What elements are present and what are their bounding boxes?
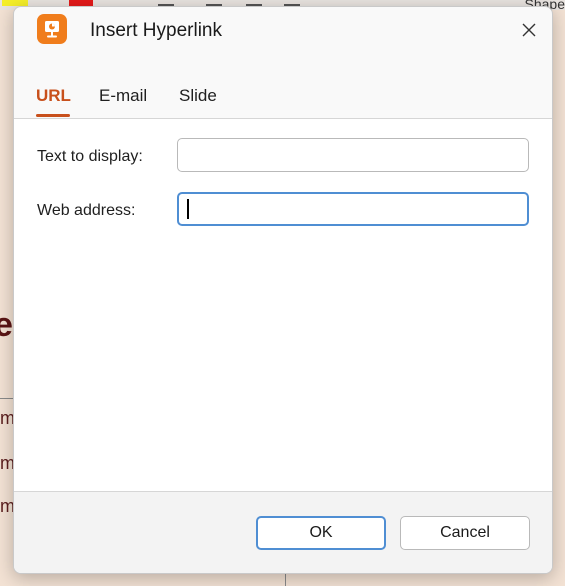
presentation-app-icon <box>37 14 67 44</box>
text-caret <box>187 199 189 219</box>
dialog-titlebar: Insert Hyperlink <box>14 7 552 53</box>
close-button[interactable] <box>514 15 544 45</box>
cancel-button[interactable]: Cancel <box>400 516 530 550</box>
dialog-title: Insert Hyperlink <box>90 20 222 41</box>
web-address-input[interactable] <box>177 192 529 226</box>
insert-hyperlink-dialog: Insert Hyperlink URL E-mail Slide Text t… <box>13 6 553 574</box>
text-to-display-input[interactable] <box>177 138 529 172</box>
tab-url[interactable]: URL <box>36 85 71 117</box>
background-divider <box>0 398 13 399</box>
background-title-fragment: e <box>0 306 13 344</box>
tab-slide[interactable]: Slide <box>179 85 217 117</box>
web-address-label: Web address: <box>37 202 136 219</box>
dialog-footer: OK Cancel <box>14 492 552 573</box>
tab-bar: URL E-mail Slide <box>14 85 552 119</box>
tab-email[interactable]: E-mail <box>99 85 147 117</box>
background-divider <box>285 574 286 586</box>
active-tab-indicator <box>36 114 70 117</box>
url-tab-panel: Text to display: Web address: <box>14 119 552 491</box>
close-icon <box>522 23 536 37</box>
text-to-display-label: Text to display: <box>37 148 143 165</box>
ok-button[interactable]: OK <box>256 516 386 550</box>
